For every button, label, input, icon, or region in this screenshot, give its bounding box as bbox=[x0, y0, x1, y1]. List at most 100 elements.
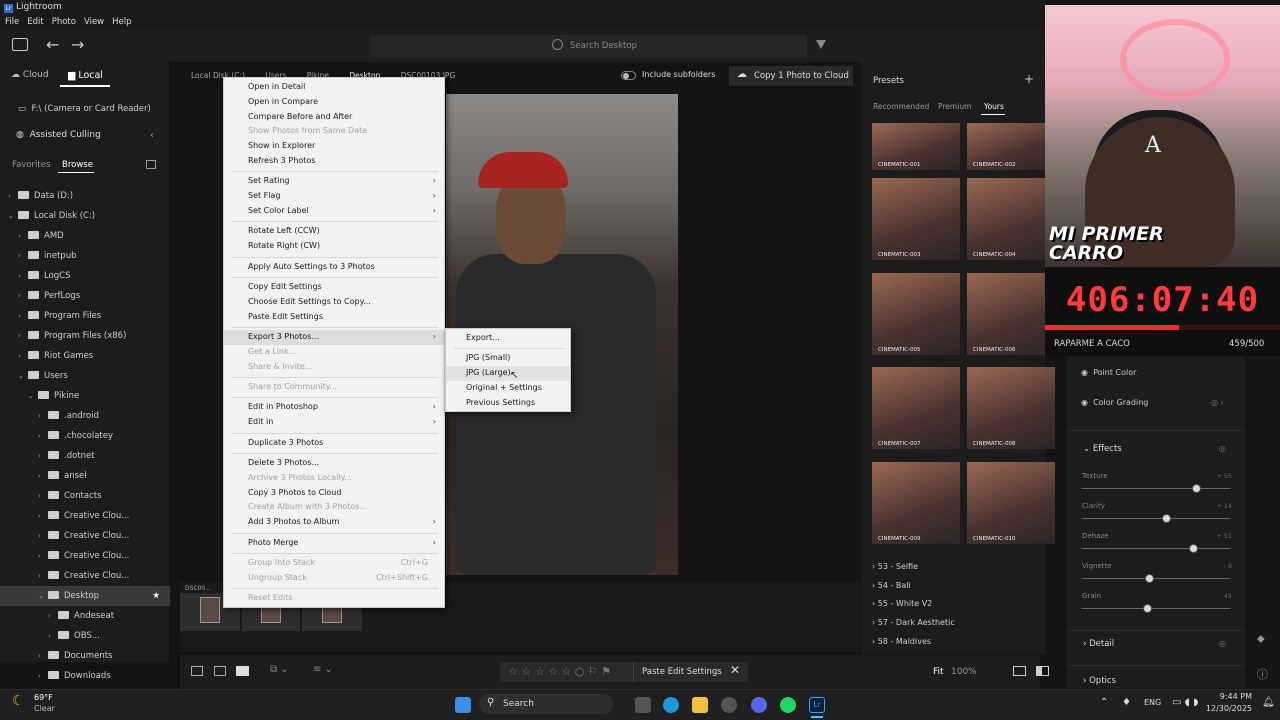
close-icon[interactable]: ✕ bbox=[730, 663, 740, 677]
preset-thumbnail[interactable]: CINEMATIC-008 bbox=[967, 367, 1055, 449]
folder-tree-item[interactable]: › Data (D:) bbox=[0, 186, 170, 206]
menu-file[interactable]: File bbox=[5, 17, 19, 27]
folder-tree-item[interactable]: › AMD bbox=[0, 226, 170, 246]
folder-tree-item[interactable]: › Downloads bbox=[0, 666, 170, 686]
filmstrip-thumbnail[interactable] bbox=[200, 597, 220, 623]
chevron-right-icon[interactable]: › bbox=[38, 666, 48, 686]
chevron-right-icon[interactable]: › bbox=[38, 446, 48, 466]
favorite-star-icon[interactable]: ★ bbox=[152, 586, 160, 606]
export-menu-item[interactable]: Export... bbox=[446, 331, 570, 346]
lightroom-taskbar-icon[interactable]: Lr bbox=[809, 697, 825, 713]
chevron-right-icon[interactable]: › bbox=[38, 406, 48, 426]
preset-thumbnail[interactable]: CINEMATIC-004 bbox=[967, 178, 1055, 260]
detail-view-icon[interactable] bbox=[236, 666, 249, 676]
clock-date[interactable]: 12/30/2025 bbox=[1200, 704, 1252, 713]
preset-thumbnail[interactable]: CINEMATIC-010 bbox=[967, 461, 1055, 544]
folder-tree-item[interactable]: › Program Files (x86) bbox=[0, 326, 170, 346]
sort-icon[interactable]: ≡ ⌄ bbox=[313, 664, 333, 675]
tab-favorites[interactable]: Favorites bbox=[12, 160, 50, 170]
slider-knob[interactable] bbox=[1189, 544, 1198, 553]
tab-cloud[interactable]: ☁ Cloud bbox=[11, 70, 49, 80]
folder-tree-item[interactable]: ⌄ Users bbox=[0, 366, 170, 386]
zoom-level[interactable]: 100% bbox=[951, 667, 977, 677]
context-menu-item[interactable]: Choose Edit Settings to Copy... bbox=[224, 295, 444, 310]
context-menu-item[interactable]: Set Color Label › bbox=[224, 204, 444, 219]
context-menu-item[interactable]: Set Flag › bbox=[224, 189, 444, 204]
slider-value[interactable]: + 51 bbox=[1202, 532, 1232, 540]
chevron-right-icon[interactable]: › bbox=[38, 486, 48, 506]
menu-view[interactable]: View bbox=[84, 17, 104, 27]
slider-value[interactable]: - 9 bbox=[1202, 562, 1232, 570]
chevron-right-icon[interactable]: › bbox=[18, 226, 28, 246]
microphone-icon[interactable]: ♦ bbox=[1122, 697, 1131, 708]
tab-yours[interactable]: Yours bbox=[984, 102, 1004, 111]
folder-tree-item[interactable]: › Creative Clou... bbox=[0, 526, 170, 546]
add-preset-icon[interactable]: + bbox=[1024, 72, 1034, 86]
slider-track[interactable] bbox=[1082, 488, 1230, 489]
context-menu-item[interactable]: Copy Edit Settings bbox=[224, 280, 444, 295]
slider-track[interactable] bbox=[1082, 608, 1230, 609]
chevron-right-icon[interactable]: › bbox=[38, 466, 48, 486]
folder-tree-item[interactable]: › ansel bbox=[0, 466, 170, 486]
context-menu-item[interactable]: Open in Detail bbox=[224, 80, 444, 95]
folder-tree-item[interactable]: ⌄ Local Disk (C:) bbox=[0, 206, 170, 226]
context-menu-item[interactable]: Copy 3 Photos to Cloud bbox=[224, 486, 444, 501]
folder-tree-item[interactable]: › .dotnet bbox=[0, 446, 170, 466]
copy-to-cloud-button[interactable]: Copy 1 Photo to Cloud bbox=[729, 66, 853, 86]
preset-thumbnail[interactable]: CINEMATIC-005 bbox=[872, 272, 960, 355]
context-menu-item[interactable]: Set Rating › bbox=[224, 174, 444, 189]
folder-tree-item[interactable]: › PerfLogs bbox=[0, 286, 170, 306]
context-menu-item[interactable]: Show in Explorer bbox=[224, 139, 444, 154]
tab-browse[interactable]: Browse bbox=[62, 160, 93, 170]
context-menu-item[interactable]: Apply Auto Settings to 3 Photos bbox=[224, 260, 444, 275]
add-folder-icon[interactable] bbox=[146, 160, 156, 169]
export-menu-item[interactable]: JPG (Large) bbox=[446, 366, 570, 381]
chevron-right-icon[interactable]: › bbox=[38, 506, 48, 526]
folder-tree-item[interactable]: › Andeseat bbox=[0, 606, 170, 626]
star-rating-icon[interactable]: ☆ ☆ ☆ ☆ ☆ bbox=[508, 665, 571, 678]
flag-icon[interactable]: ○ ⚐ ⚑ bbox=[575, 665, 611, 678]
context-menu-item[interactable]: Refresh 3 Photos bbox=[224, 154, 444, 169]
app-icon[interactable] bbox=[721, 697, 737, 713]
collapse-chevron-icon[interactable]: ‹ bbox=[150, 130, 154, 141]
context-menu-item[interactable]: Duplicate 3 Photos bbox=[224, 436, 444, 451]
folder-tree-item[interactable]: › Creative Clou... bbox=[0, 566, 170, 586]
folder-tree-item[interactable]: › OBS... bbox=[0, 626, 170, 646]
context-menu-item[interactable]: Photo Merge › bbox=[224, 536, 444, 551]
folder-tree-item[interactable]: › Riot Games bbox=[0, 346, 170, 366]
info-icon[interactable]: ⓘ bbox=[1257, 666, 1268, 682]
folder-tree-item[interactable]: › inetpub bbox=[0, 246, 170, 266]
chevron-right-icon[interactable]: › bbox=[38, 546, 48, 566]
menu-edit[interactable]: Edit bbox=[27, 17, 43, 27]
chevron-right-icon[interactable]: › bbox=[18, 306, 28, 326]
slider-track[interactable] bbox=[1082, 578, 1230, 579]
preset-group[interactable]: › 53 - Selfie bbox=[872, 558, 918, 576]
menu-photo[interactable]: Photo bbox=[52, 17, 76, 27]
export-menu-item[interactable]: Original + Settings bbox=[446, 381, 570, 396]
slider-knob[interactable] bbox=[1191, 484, 1201, 493]
slider-track[interactable] bbox=[1082, 548, 1230, 549]
edge-icon[interactable] bbox=[663, 697, 679, 713]
weather-temp[interactable]: 69°F bbox=[34, 693, 53, 702]
network-volume-icon[interactable]: ▭ ◖ ◗ bbox=[1172, 697, 1198, 708]
context-menu-item[interactable]: Paste Edit Settings bbox=[224, 310, 444, 325]
point-color-section[interactable]: ◉ Point Color bbox=[1081, 368, 1136, 377]
compare-view-icon[interactable] bbox=[1013, 666, 1026, 676]
before-after-icon[interactable] bbox=[1036, 666, 1049, 676]
context-menu-item[interactable]: Delete 3 Photos... bbox=[224, 456, 444, 471]
search-input[interactable]: Search Desktop bbox=[370, 35, 807, 57]
chevron-right-icon[interactable]: › bbox=[38, 426, 48, 446]
language-indicator[interactable]: ENG bbox=[1144, 698, 1161, 707]
tab-premium[interactable]: Premium bbox=[938, 102, 971, 111]
folder-tree-item[interactable]: ⌄ Desktop ★ bbox=[0, 586, 170, 606]
context-menu-item[interactable]: Add 3 Photos to Album › bbox=[224, 515, 444, 530]
notification-icon[interactable]: 🔔︎ bbox=[1262, 697, 1275, 708]
filter-icon[interactable] bbox=[816, 40, 826, 49]
chevron-right-icon[interactable]: › bbox=[38, 526, 48, 546]
visibility-eye-icon[interactable]: ◎ ‹ bbox=[1211, 398, 1224, 407]
chevron-right-icon[interactable]: › bbox=[18, 346, 28, 366]
menu-help[interactable]: Help bbox=[112, 17, 131, 27]
folder-tree-item[interactable]: › .android bbox=[0, 406, 170, 426]
effects-section-header[interactable]: ⌄ Effects bbox=[1083, 444, 1122, 454]
tab-recommended[interactable]: Recommended bbox=[873, 102, 929, 111]
